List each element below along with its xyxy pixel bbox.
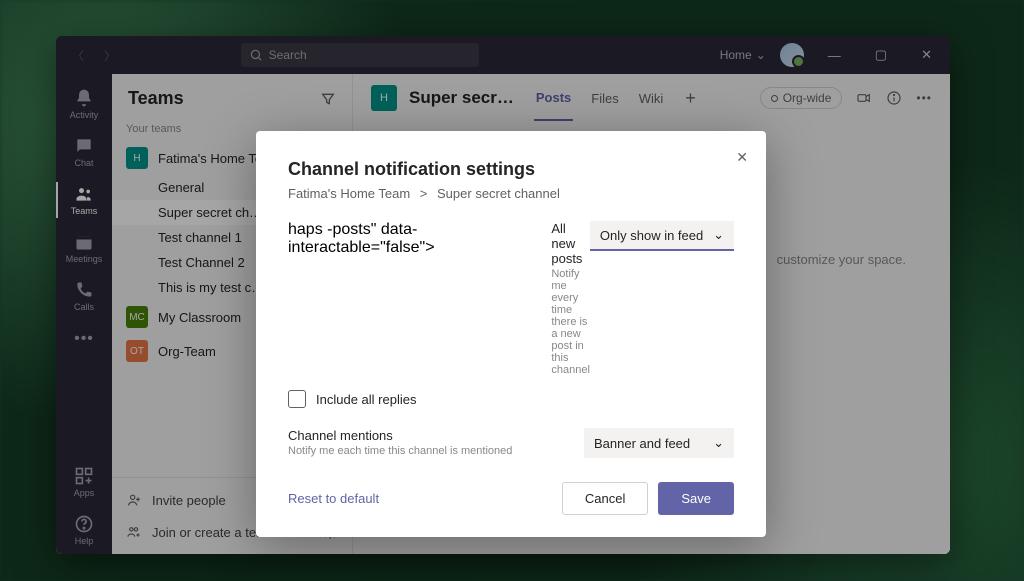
checkbox-icon	[288, 390, 306, 408]
close-icon[interactable]: ✕	[736, 149, 748, 166]
chevron-down-icon: ⌄	[713, 435, 724, 451]
include-all-replies-checkbox[interactable]: Include all replies	[288, 390, 734, 408]
setting-channel-mentions: Channel mentions Notify me each time thi…	[288, 428, 734, 458]
setting-title: Channel mentions	[288, 428, 584, 443]
chevron-down-icon: ⌄	[713, 227, 724, 243]
channel-mentions-dropdown[interactable]: Banner and feed ⌄	[584, 428, 734, 458]
all-posts-dropdown[interactable]: Only show in feed ⌄	[590, 221, 734, 251]
channel-notification-settings-modal: ✕ Channel notification settings Fatima's…	[256, 131, 766, 537]
setting-title: All new posts	[551, 221, 590, 266]
setting-all-new: haps -posts" data-interactable="false"> …	[288, 221, 734, 376]
setting-desc: Notify me each time this channel is ment…	[288, 445, 584, 457]
reset-to-default-link[interactable]: Reset to default	[288, 491, 379, 506]
save-button[interactable]: Save	[658, 482, 734, 515]
breadcrumb: Fatima's Home Team > Super secret channe…	[288, 186, 734, 201]
modal-title: Channel notification settings	[288, 159, 734, 180]
modal-footer: Reset to default Cancel Save	[288, 482, 734, 515]
cancel-button[interactable]: Cancel	[562, 482, 648, 515]
setting-desc: Notify me every time there is a new post…	[551, 268, 590, 376]
